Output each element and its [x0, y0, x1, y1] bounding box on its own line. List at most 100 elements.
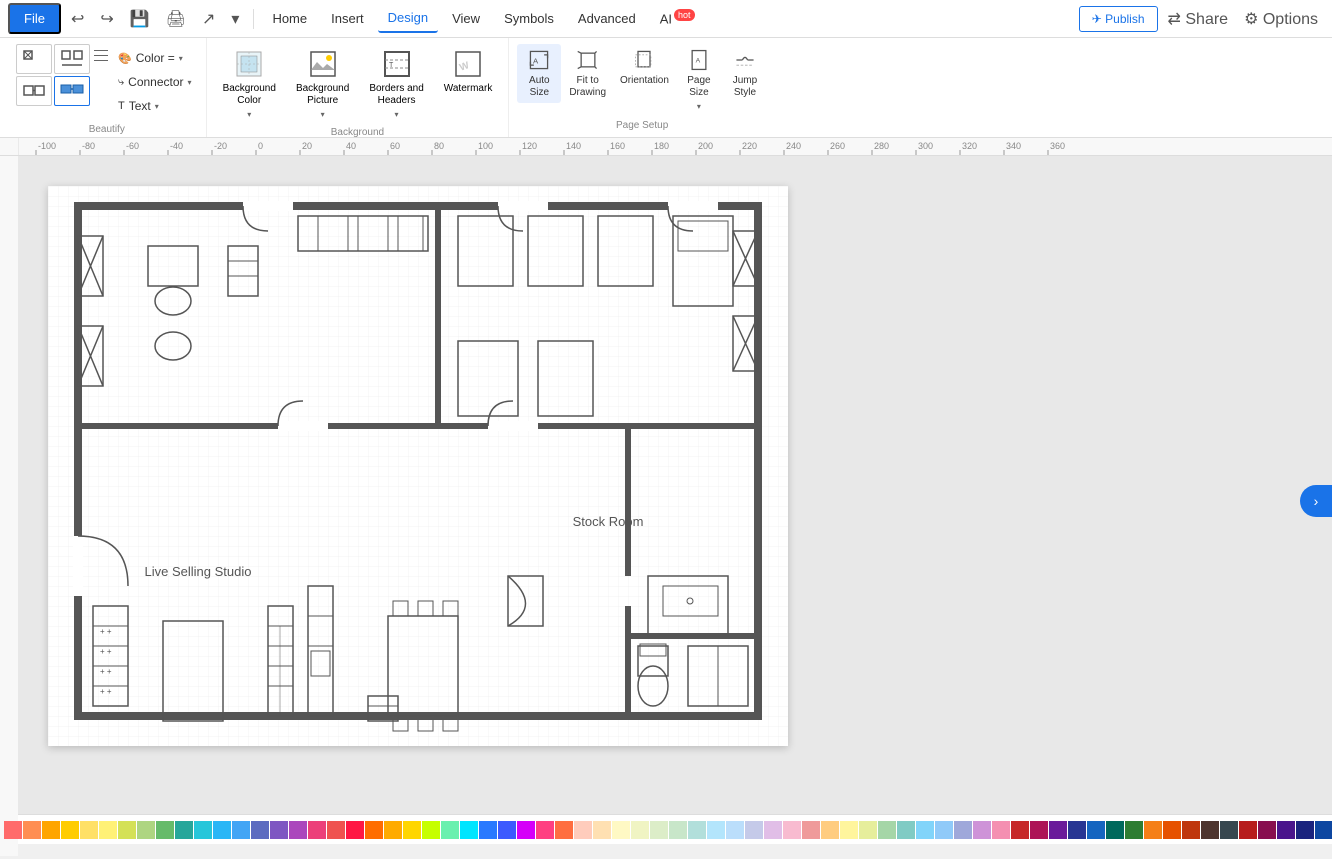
color-swatch[interactable] — [802, 821, 820, 839]
color-swatch[interactable] — [270, 821, 288, 839]
color-swatch[interactable] — [61, 821, 79, 839]
print-button[interactable]: 🖨 — [160, 5, 192, 33]
canvas-area[interactable]: Live Selling Studio Stock Room + + + + +… — [18, 156, 1332, 814]
color-swatch[interactable] — [783, 821, 801, 839]
color-swatch[interactable] — [327, 821, 345, 839]
shape-btn-4[interactable] — [54, 76, 90, 106]
color-swatch[interactable] — [460, 821, 478, 839]
color-swatch[interactable] — [1068, 821, 1086, 839]
color-swatch[interactable] — [42, 821, 60, 839]
color-swatch[interactable] — [80, 821, 98, 839]
color-swatch[interactable] — [821, 821, 839, 839]
watermark-button[interactable]: W Watermark — [436, 44, 501, 99]
color-swatch[interactable] — [1163, 821, 1181, 839]
color-swatch[interactable] — [99, 821, 117, 839]
color-swatch[interactable] — [650, 821, 668, 839]
color-swatch[interactable] — [859, 821, 877, 839]
share-button[interactable]: ⇄ Share — [1162, 5, 1235, 33]
more-button[interactable]: ▾ — [225, 5, 245, 33]
color-swatch[interactable] — [593, 821, 611, 839]
color-swatch[interactable] — [346, 821, 364, 839]
color-swatch[interactable] — [175, 821, 193, 839]
orientation-button[interactable]: Orientation — [614, 44, 675, 91]
nav-ai[interactable]: AIhot — [650, 4, 705, 32]
nav-insert[interactable]: Insert — [321, 5, 374, 32]
color-swatch[interactable] — [1239, 821, 1257, 839]
color-swatch[interactable] — [1258, 821, 1276, 839]
color-swatch[interactable] — [764, 821, 782, 839]
color-swatch[interactable] — [878, 821, 896, 839]
color-swatch[interactable] — [1125, 821, 1143, 839]
bg-color-button[interactable]: BackgroundColor ▾ — [215, 44, 284, 123]
options-button[interactable]: ⚙ Options — [1238, 5, 1324, 33]
color-swatch[interactable] — [4, 821, 22, 839]
color-swatch[interactable] — [954, 821, 972, 839]
color-swatch[interactable] — [156, 821, 174, 839]
color-swatch[interactable] — [726, 821, 744, 839]
color-swatch[interactable] — [574, 821, 592, 839]
color-swatch[interactable] — [1011, 821, 1029, 839]
color-swatch[interactable] — [840, 821, 858, 839]
nav-home[interactable]: Home — [262, 5, 317, 32]
color-swatch[interactable] — [23, 821, 41, 839]
color-swatch[interactable] — [517, 821, 535, 839]
color-swatch[interactable] — [916, 821, 934, 839]
fit-to-drawing-button[interactable]: Fit toDrawing — [563, 44, 612, 103]
color-swatch[interactable] — [707, 821, 725, 839]
publish-button[interactable]: ✈ Publish — [1079, 6, 1158, 32]
connector-dropdown[interactable]: ⤷ Connector ▾ — [112, 72, 198, 92]
color-swatch[interactable] — [1220, 821, 1238, 839]
color-swatch[interactable] — [232, 821, 250, 839]
auto-size-button[interactable]: A AutoSize — [517, 44, 561, 103]
color-swatch[interactable] — [479, 821, 497, 839]
color-swatch[interactable] — [384, 821, 402, 839]
color-swatch[interactable] — [1296, 821, 1314, 839]
shape-btn-1[interactable] — [16, 44, 52, 74]
color-swatch[interactable] — [1144, 821, 1162, 839]
more-shapes-btn[interactable] — [92, 44, 110, 67]
color-swatch[interactable] — [1030, 821, 1048, 839]
color-swatch[interactable] — [118, 821, 136, 839]
color-swatch[interactable] — [137, 821, 155, 839]
nav-design[interactable]: Design — [378, 4, 438, 33]
color-swatch[interactable] — [612, 821, 630, 839]
color-swatch[interactable] — [935, 821, 953, 839]
color-swatch[interactable] — [1315, 821, 1332, 839]
color-swatch[interactable] — [194, 821, 212, 839]
color-swatch[interactable] — [631, 821, 649, 839]
color-swatch[interactable] — [1182, 821, 1200, 839]
nav-advanced[interactable]: Advanced — [568, 5, 646, 32]
color-dropdown[interactable]: 🎨 Color = ▾ — [112, 48, 198, 68]
color-swatch[interactable] — [555, 821, 573, 839]
save-button[interactable]: 💾 — [124, 5, 156, 33]
scroll-hint[interactable]: › — [1300, 485, 1332, 517]
borders-button[interactable]: T Borders andHeaders ▾ — [361, 44, 431, 123]
shape-btn-2[interactable] — [54, 44, 90, 74]
color-swatch[interactable] — [536, 821, 554, 839]
color-swatch[interactable] — [992, 821, 1010, 839]
color-swatch[interactable] — [897, 821, 915, 839]
color-swatch[interactable] — [365, 821, 383, 839]
color-swatch[interactable] — [498, 821, 516, 839]
color-swatch[interactable] — [1106, 821, 1124, 839]
color-swatch[interactable] — [289, 821, 307, 839]
redo-button[interactable]: ↪ — [94, 5, 119, 33]
color-swatch[interactable] — [1087, 821, 1105, 839]
color-swatch[interactable] — [745, 821, 763, 839]
color-swatch[interactable] — [1277, 821, 1295, 839]
nav-view[interactable]: View — [442, 5, 490, 32]
color-swatch[interactable] — [688, 821, 706, 839]
jump-style-button[interactable]: JumpStyle — [723, 44, 767, 103]
color-swatch[interactable] — [669, 821, 687, 839]
nav-symbols[interactable]: Symbols — [494, 5, 564, 32]
page-size-button[interactable]: A PageSize ▾ — [677, 44, 721, 115]
color-swatch[interactable] — [422, 821, 440, 839]
color-swatch[interactable] — [213, 821, 231, 839]
undo-button[interactable]: ↩ — [65, 5, 90, 33]
color-swatch[interactable] — [1201, 821, 1219, 839]
export-button[interactable]: ↗ — [196, 5, 221, 33]
file-menu[interactable]: File — [8, 3, 61, 34]
color-swatch[interactable] — [1049, 821, 1067, 839]
color-swatch[interactable] — [403, 821, 421, 839]
color-swatch[interactable] — [441, 821, 459, 839]
